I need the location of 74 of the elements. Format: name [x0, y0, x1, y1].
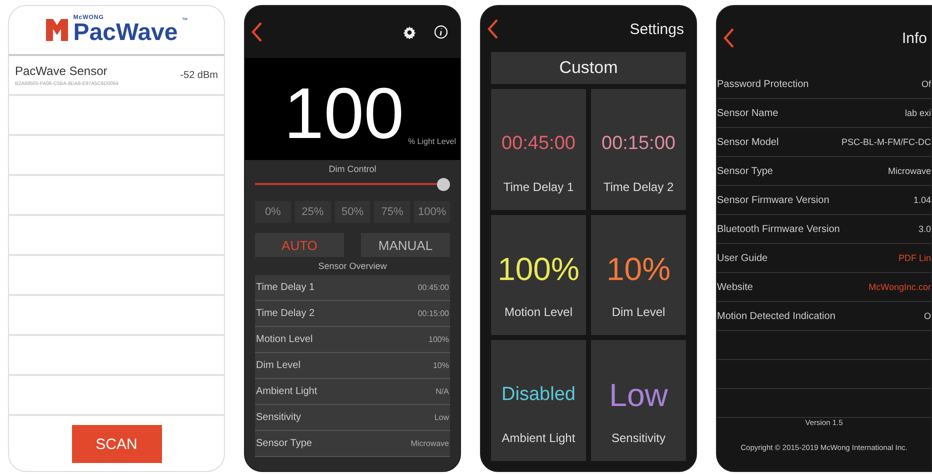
info-label: Sensor Firmware Version	[717, 194, 830, 206]
info-value: Of	[921, 79, 931, 89]
tile-label: Time Delay 2	[602, 180, 675, 194]
overview-label: Motion Level	[256, 334, 313, 345]
device-name: PacWave Sensor	[15, 64, 108, 78]
overview-value: 10%	[432, 361, 449, 370]
settings-icon[interactable]	[403, 26, 416, 38]
signal-strength: -52 dBm	[180, 70, 218, 80]
preset-button[interactable]: 50%	[334, 201, 370, 223]
overview-value: Low	[434, 413, 449, 422]
info-icon[interactable]	[434, 25, 448, 39]
tile-value: 00:45:00	[500, 132, 576, 156]
info-label: Website	[717, 282, 753, 292]
profile-selector[interactable]: Custom	[491, 52, 686, 84]
back-icon[interactable]	[487, 18, 499, 40]
setting-tile[interactable]: 100% Motion Level	[491, 214, 586, 336]
brand-product: PacWave	[73, 21, 178, 45]
tile-label: Dim Level	[610, 305, 666, 320]
slider-thumb[interactable]	[437, 178, 450, 191]
screen-title: Settings	[630, 20, 684, 38]
info-label: Bluetooth Firmware Version	[717, 224, 840, 234]
tile-value: Disabled	[500, 383, 576, 407]
tile-label: Ambient Light	[500, 431, 576, 445]
back-icon[interactable]	[251, 21, 263, 43]
logo-icon	[45, 17, 70, 43]
tile-value: 100%	[496, 250, 580, 290]
preset-button[interactable]: 75%	[374, 201, 410, 223]
preset-button[interactable]: 100%	[414, 201, 450, 223]
info-value: 3.0	[918, 224, 931, 234]
tile-label: Sensitivity	[610, 431, 667, 445]
info-label: Motion Detected Indication	[717, 310, 836, 322]
info-label: Sensor Model	[717, 136, 779, 148]
overview-title: Sensor Overview	[317, 261, 388, 271]
info-label: Sensor Type	[717, 166, 773, 176]
overview-value: N/A	[436, 387, 449, 396]
info-label: User Guide	[717, 252, 768, 264]
info-link[interactable]: McWongInc.cor	[868, 282, 931, 292]
info-link[interactable]: PDF Lin	[898, 253, 931, 263]
overview-label: Sensitivity	[256, 412, 302, 423]
tile-value: 00:15:00	[600, 132, 676, 156]
tile-label: Motion Level	[503, 305, 574, 320]
overview-value: 00:15:00	[418, 309, 449, 318]
mode-button[interactable]: MANUAL	[361, 233, 450, 257]
info-value: PSC-BL-M-FM/FC-DC	[842, 137, 931, 147]
overview-value: Microwave	[410, 439, 449, 448]
preset-button[interactable]: 25%	[294, 201, 331, 223]
dim-control-label: Dim Control	[328, 164, 378, 174]
light-level-unit: % Light Level	[408, 137, 456, 146]
setting-tile[interactable]: 00:45:00 Time Delay 1	[491, 89, 586, 210]
back-icon[interactable]	[723, 27, 735, 49]
tile-value: 10%	[605, 250, 672, 290]
overview-label: Dim Level	[256, 360, 300, 371]
overview-value: 00:45:00	[418, 283, 449, 292]
info-value: O	[924, 311, 931, 321]
setting-tile[interactable]: Low Sensitivity	[591, 340, 686, 461]
setting-tile[interactable]: Disabled Ambient Light	[491, 340, 586, 461]
info-label: Sensor Name	[717, 108, 778, 118]
tile-label: Time Delay 1	[502, 180, 575, 194]
info-value: Microwave	[888, 166, 931, 176]
overview-label: Ambient Light	[256, 386, 318, 397]
overview-value: 100%	[428, 335, 449, 344]
overview-label: Sensor Type	[256, 438, 312, 449]
light-level-value: 100	[284, 78, 404, 150]
scan-button[interactable]: SCAN	[72, 425, 162, 463]
setting-tile[interactable]: 00:15:00 Time Delay 2	[591, 89, 686, 210]
overview-label: Time Delay 2	[256, 308, 315, 319]
preset-button[interactable]: 0%	[255, 201, 291, 223]
info-label: Password Protection	[717, 78, 809, 90]
overview-label: Time Delay 1	[256, 282, 315, 293]
info-value: 1.04	[913, 195, 931, 205]
screen-title: Info	[902, 30, 927, 46]
tile-value: Low	[608, 376, 669, 415]
setting-tile[interactable]: 10% Dim Level	[591, 214, 686, 336]
info-value: lab exi	[904, 108, 931, 118]
